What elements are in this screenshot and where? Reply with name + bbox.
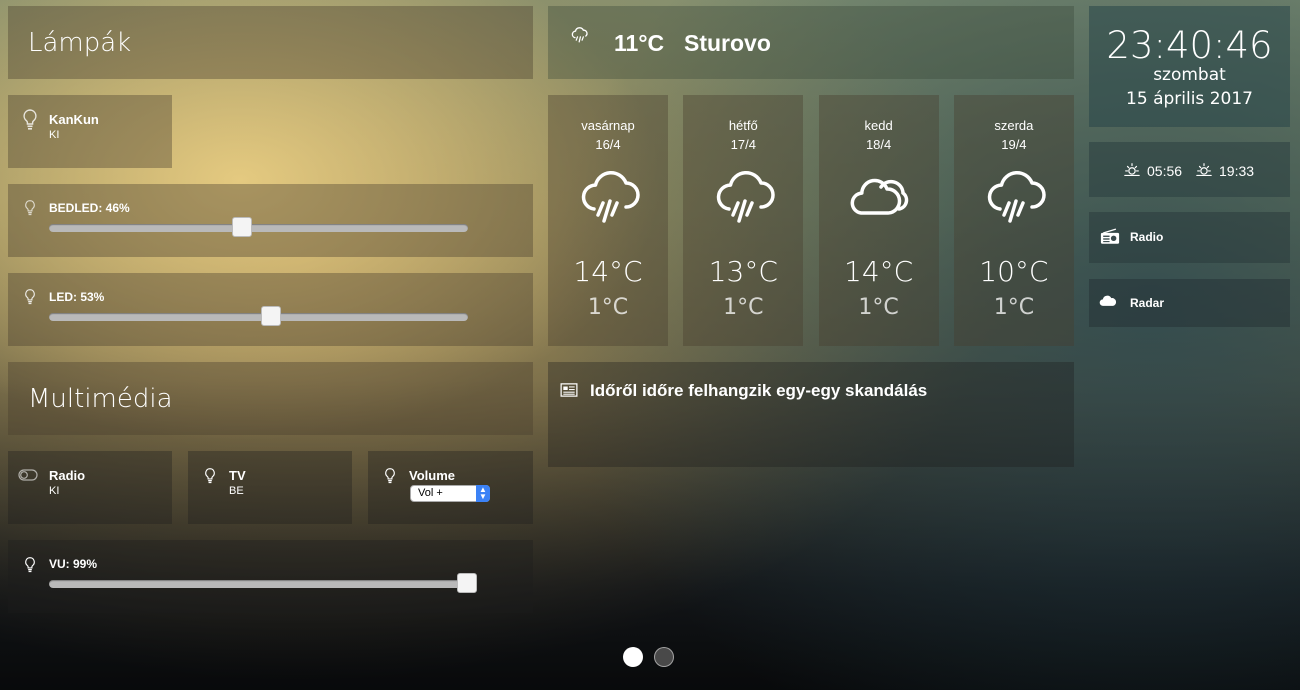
- clock-time: 23:40:46: [1106, 24, 1273, 67]
- vu-label: VU: 99%: [49, 557, 98, 571]
- lamps-header: Lámpák: [8, 6, 533, 79]
- sunrise-icon: [1124, 163, 1140, 176]
- multimedia-header: Multimédia: [8, 362, 533, 435]
- bulb-icon: [23, 109, 37, 130]
- kankun-tile[interactable]: KanKun KI: [8, 95, 172, 168]
- cloudy-icon: [850, 178, 908, 215]
- forecast-high: 13°C: [708, 255, 778, 288]
- volume-select-value: Vol +: [418, 487, 443, 499]
- forecast-high: 10°C: [979, 255, 1049, 288]
- forecast-date: 16/4: [595, 137, 621, 152]
- forecast-low: 1°C: [858, 295, 899, 320]
- kankun-name: KanKun: [49, 112, 99, 127]
- rain-icon: [717, 171, 776, 223]
- sunset-time: 19:33: [1219, 163, 1255, 179]
- forecast-day-name: kedd: [864, 118, 893, 133]
- forecast-high: 14°C: [573, 255, 643, 288]
- bulb-icon: [25, 289, 35, 305]
- radio-tile[interactable]: Radio KI: [8, 451, 172, 524]
- vu-slider-knob[interactable]: [456, 573, 477, 593]
- rain-icon: [987, 171, 1046, 223]
- current-temperature: 11°C: [614, 30, 665, 56]
- clock-tile: 23:40:46 szombat 15 április 2017: [1089, 6, 1290, 127]
- radar-link-tile[interactable]: Radar: [1089, 279, 1290, 327]
- news-tile[interactable]: Időről időre felhangzik egy-egy skandálá…: [548, 362, 1074, 467]
- sunrise-time: 05:56: [1147, 163, 1183, 179]
- forecast-date: 18/4: [865, 137, 892, 152]
- bulb-icon: [25, 557, 35, 573]
- news-headline: Időről időre felhangzik egy-egy skandálá…: [590, 381, 928, 400]
- rain-cloud-icon: [571, 27, 588, 43]
- bedled-slider[interactable]: [49, 217, 468, 237]
- volume-tile: Volume Vol + ▲ ▼: [368, 451, 533, 524]
- forecast-day-tile: vasárnap 16/4 14°C 1°C: [548, 95, 668, 346]
- forecast-day-name: hétfő: [728, 118, 758, 133]
- vu-slider[interactable]: [49, 573, 477, 593]
- forecast-day-name: vasárnap: [581, 118, 635, 133]
- clock-date: 15 április 2017: [1126, 89, 1253, 109]
- led-tile: LED: 53%: [8, 273, 533, 346]
- forecast-low: 1°C: [723, 295, 764, 320]
- sunset-icon: [1196, 163, 1212, 176]
- forecast-day-tile: szerda 19/4 10°C 1°C: [953, 95, 1074, 346]
- forecast-day-name: szerda: [994, 118, 1034, 133]
- weather-current-tile[interactable]: 11°C Sturovo: [548, 6, 1074, 79]
- tv-tile[interactable]: TV BE: [188, 451, 352, 524]
- bedled-slider-knob[interactable]: [231, 217, 252, 237]
- city-name: Sturovo: [684, 30, 771, 56]
- forecast-low: 1°C: [587, 295, 629, 320]
- sun-times-tile: 05:56 19:33: [1089, 142, 1290, 197]
- forecast-date: 19/4: [1001, 137, 1027, 152]
- led-slider-knob[interactable]: [261, 306, 282, 326]
- volume-select[interactable]: Vol + ▲ ▼: [410, 485, 490, 502]
- rain-icon: [581, 171, 640, 223]
- multimedia-title: Multimédia: [28, 383, 173, 414]
- bedled-tile: BEDLED: 46%: [8, 184, 533, 257]
- bulb-icon: [205, 468, 215, 484]
- page-dot-active[interactable]: [623, 647, 643, 667]
- forecast-date: 17/4: [730, 137, 756, 152]
- radio-state: KI: [49, 485, 60, 497]
- led-slider[interactable]: [49, 306, 468, 326]
- forecast-high: 14°C: [844, 255, 914, 288]
- vu-tile: VU: 99%: [8, 540, 533, 613]
- bedled-label: BEDLED: 46%: [49, 201, 130, 215]
- clock-weekday: szombat: [1153, 65, 1226, 85]
- radio-icon: [1100, 228, 1120, 244]
- forecast-day-tile: kedd 18/4 14°C 1°C: [818, 95, 939, 346]
- radio-name: Radio: [49, 468, 86, 483]
- tv-state: BE: [229, 485, 244, 497]
- radio-link-tile[interactable]: Radio: [1089, 212, 1290, 263]
- page-dot[interactable]: [654, 647, 674, 667]
- led-label: LED: 53%: [49, 290, 105, 304]
- kankun-state: KI: [49, 129, 60, 141]
- tv-name: TV: [229, 468, 246, 483]
- forecast-day-tile: hétfő 17/4 13°C 1°C: [683, 95, 804, 346]
- forecast-low: 1°C: [993, 295, 1035, 320]
- toggle-icon: [18, 469, 38, 481]
- lamps-title: Lámpák: [28, 27, 132, 58]
- newspaper-icon: [560, 383, 578, 397]
- bulb-icon: [385, 468, 395, 484]
- volume-name: Volume: [409, 468, 455, 483]
- select-arrows-icon: ▲ ▼: [476, 485, 490, 502]
- cloud-icon: [1099, 295, 1117, 306]
- bulb-icon: [25, 200, 35, 216]
- radar-link-label: Radar: [1130, 296, 1165, 310]
- radio-link-label: Radio: [1130, 230, 1164, 244]
